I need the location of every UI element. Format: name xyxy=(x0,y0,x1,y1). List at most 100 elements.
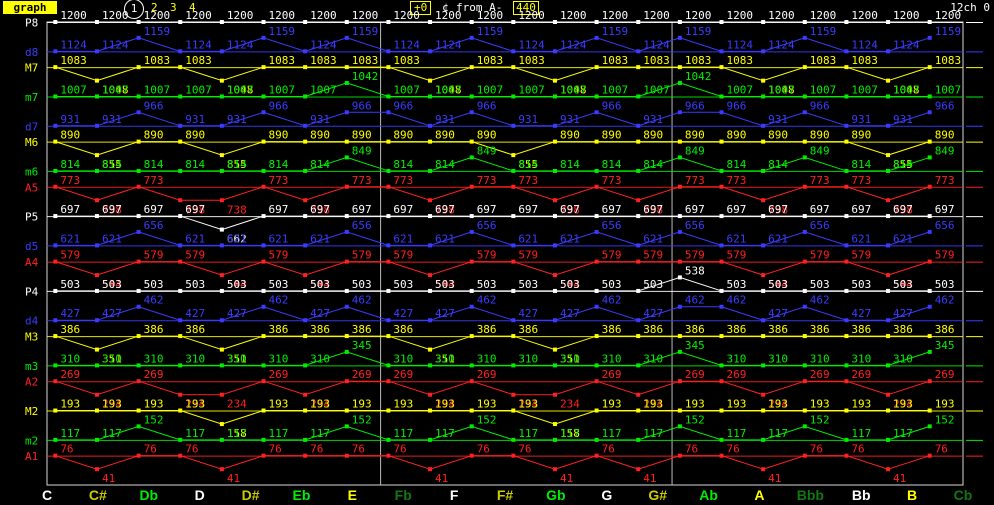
interval-point xyxy=(428,392,433,397)
interval-value: 193 xyxy=(185,398,205,411)
interval-point xyxy=(136,110,141,115)
interval-value: 1200 xyxy=(227,9,254,22)
interval-value: 621 xyxy=(643,232,663,245)
interval-value: 621 xyxy=(185,232,205,245)
interval-point xyxy=(178,123,183,128)
interval-point xyxy=(219,78,224,83)
interval-point xyxy=(344,184,349,189)
interval-value: 1124 xyxy=(851,38,878,51)
interval-value: 697 xyxy=(393,203,413,216)
interval-point xyxy=(844,259,849,264)
interval-value: 310 xyxy=(851,352,871,365)
interval-point xyxy=(511,168,516,173)
interval-value: 462 xyxy=(477,294,497,307)
interval-point xyxy=(511,453,516,458)
interval-point xyxy=(886,318,891,323)
interval-value: 152 xyxy=(144,413,164,426)
interval-point xyxy=(136,424,141,429)
interval-point xyxy=(261,20,266,24)
interval-value: 503 xyxy=(435,278,455,291)
interval-point xyxy=(344,379,349,384)
interval-value: 966 xyxy=(477,99,497,112)
interval-value: 117 xyxy=(60,427,80,440)
interval-point xyxy=(53,123,58,128)
interval-value: 656 xyxy=(352,219,372,232)
interval-value: 193 xyxy=(810,398,830,411)
interval-value: 1007 xyxy=(643,83,670,96)
interval-value: 1200 xyxy=(727,9,754,22)
interval-point xyxy=(594,334,599,339)
interval-value: 656 xyxy=(602,219,622,232)
interval-point xyxy=(761,49,766,54)
interval-label: P4 xyxy=(25,285,39,298)
interval-value: 193 xyxy=(269,398,289,411)
interval-value: 310 xyxy=(185,352,205,365)
interval-value: 1200 xyxy=(643,9,670,22)
interval-value: 427 xyxy=(560,307,580,320)
interval-label: A4 xyxy=(25,256,39,269)
interval-value: 386 xyxy=(685,323,705,336)
note-name: A xyxy=(754,487,764,503)
interval-value: 193 xyxy=(477,398,497,411)
interval-value: 76 xyxy=(393,443,406,456)
interval-point xyxy=(552,318,557,323)
interval-point xyxy=(469,379,474,384)
interval-point xyxy=(886,78,891,83)
interval-value: 76 xyxy=(685,443,698,456)
interval-value: 1200 xyxy=(144,9,171,22)
interval-point xyxy=(344,35,349,40)
interval-point xyxy=(802,288,807,293)
interval-value: 814 xyxy=(851,158,871,171)
interval-value: 345 xyxy=(685,339,705,352)
interval-value: 152 xyxy=(352,413,372,426)
interval-point xyxy=(886,49,891,54)
interval-value: 193 xyxy=(602,398,622,411)
interval-point xyxy=(761,288,766,293)
interval-value: 890 xyxy=(269,129,289,142)
interval-point xyxy=(802,184,807,189)
interval-point xyxy=(511,408,516,413)
interval-point xyxy=(886,392,891,397)
interval-value: 345 xyxy=(935,339,955,352)
interval-point xyxy=(719,453,724,458)
interval-value: 117 xyxy=(518,427,538,440)
interval-value: 890 xyxy=(727,129,747,142)
interval-point xyxy=(386,139,391,144)
interval-point xyxy=(94,168,99,173)
interval-point xyxy=(178,259,183,264)
interval-value: 814 xyxy=(310,158,330,171)
interval-value: 269 xyxy=(935,368,955,381)
interval-value: 1159 xyxy=(144,25,171,38)
interval-point xyxy=(261,243,266,248)
interval-point xyxy=(636,259,641,264)
interval-value: 579 xyxy=(935,249,955,262)
interval-point xyxy=(719,65,724,70)
interval-point xyxy=(136,65,141,70)
interval-point xyxy=(844,288,849,293)
interval-point xyxy=(552,437,557,442)
interval-value: 1007 xyxy=(935,83,962,96)
interval-value: 1200 xyxy=(269,9,296,22)
interval-point xyxy=(552,363,557,368)
interval-point xyxy=(53,318,58,323)
interval-point xyxy=(53,184,58,189)
interval-value: 269 xyxy=(60,368,80,381)
interval-point xyxy=(594,20,599,24)
interval-point xyxy=(53,288,58,293)
interval-point xyxy=(761,318,766,323)
interval-value: 193 xyxy=(435,398,455,411)
interval-value: 1200 xyxy=(310,9,337,22)
interval-point xyxy=(552,467,557,472)
interval-label: M7 xyxy=(25,62,38,75)
interval-value: 579 xyxy=(851,249,871,262)
interval-value: 117 xyxy=(602,427,622,440)
interval-value: 386 xyxy=(518,323,538,336)
interval-value: 890 xyxy=(560,129,580,142)
interval-point xyxy=(677,214,682,219)
interval-point xyxy=(636,198,641,203)
interval-value: 427 xyxy=(893,307,913,320)
interval-point xyxy=(844,94,849,99)
interval-point xyxy=(886,243,891,248)
interval-point xyxy=(53,379,58,384)
interval-point xyxy=(178,214,183,219)
